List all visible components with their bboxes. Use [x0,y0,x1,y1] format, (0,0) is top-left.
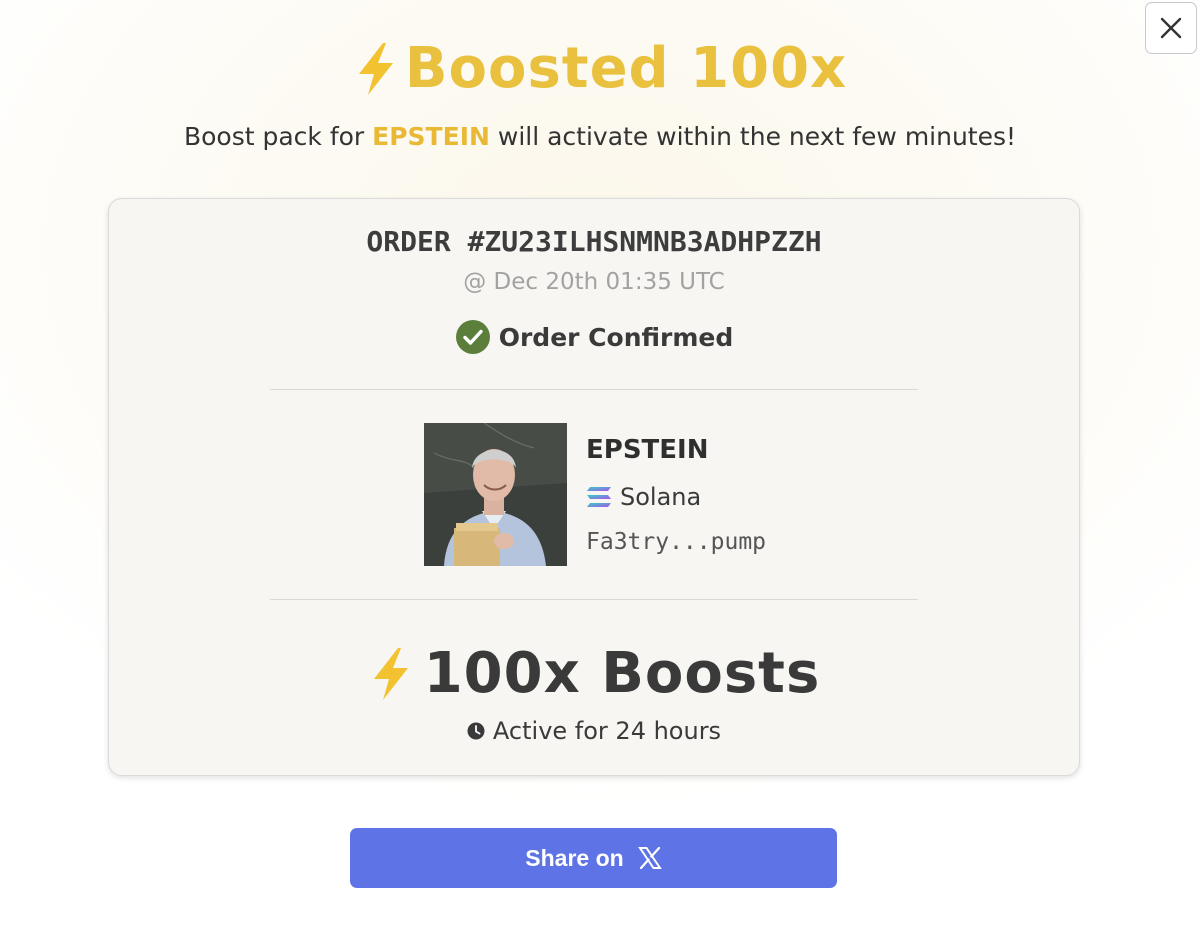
divider [270,599,918,600]
headline: Boosted 100x [0,34,1200,104]
x-logo-icon [637,847,662,869]
order-timestamp: @ Dec 20th 01:35 UTC [463,269,725,295]
order-number: ORDER #ZU23ILHSNMNB3ADHPZZH [366,225,822,258]
clock-icon [467,722,485,740]
boosts-label: 100x Boosts [423,641,821,706]
subtitle: Boost pack for EPSTEIN will activate wit… [0,122,1200,151]
boost-duration-label: Active for 24 hours [492,717,722,745]
check-circle-icon [455,320,490,354]
share-on-x-button[interactable]: Share on [350,828,837,888]
order-status-label: Order Confirmed [498,322,734,352]
subtitle-prefix: Boost pack for [183,122,373,151]
token-chain-name: Solana [620,483,702,511]
token-avatar [424,423,567,566]
token-chain: Solana [586,483,701,511]
lightning-icon [358,43,393,95]
order-status: Order Confirmed [109,319,1079,355]
token-name: EPSTEIN [586,435,709,465]
boosts-summary: 100x Boosts [109,639,1079,709]
subtitle-token: EPSTEIN [372,122,490,151]
lightning-icon [373,648,408,700]
divider [270,389,918,390]
solana-icon [587,487,611,507]
share-label: Share on [525,844,624,871]
order-card: ORDER #ZU23ILHSNMNB3ADHPZZH @ Dec 20th 0… [108,198,1080,776]
boost-duration: Active for 24 hours [109,717,1079,745]
headline-title: Boosted 100x [404,36,848,101]
token-address[interactable]: Fa3try...pump [586,529,766,555]
subtitle-suffix: will activate within the next few minute… [489,122,1017,151]
boost-confirmation-dialog: Boosted 100x Boost pack for EPSTEIN will… [0,0,1200,928]
